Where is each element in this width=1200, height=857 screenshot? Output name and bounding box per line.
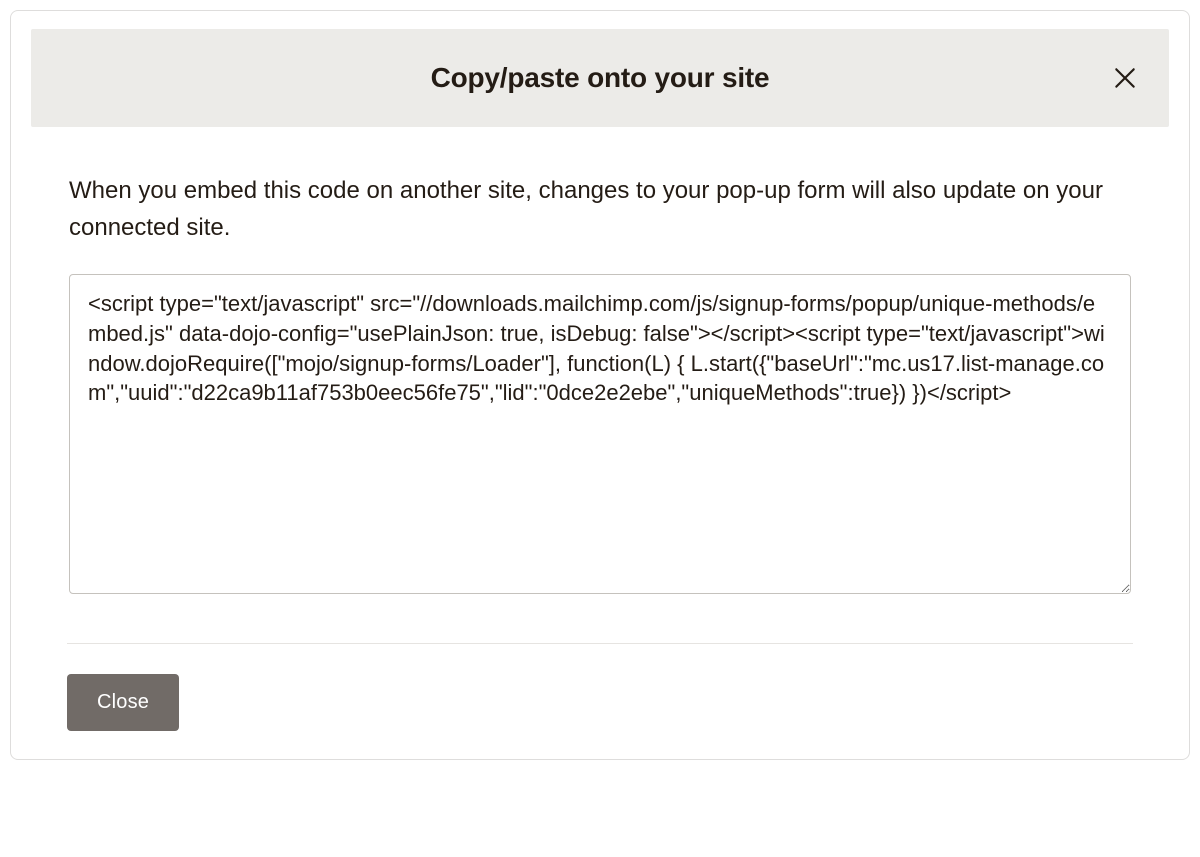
embed-code-modal: Copy/paste onto your site When you embed… [10, 10, 1190, 760]
modal-footer: Close [31, 644, 1169, 735]
embed-code-textarea[interactable] [69, 274, 1131, 594]
modal-title: Copy/paste onto your site [431, 62, 770, 94]
modal-header: Copy/paste onto your site [31, 29, 1169, 127]
close-button[interactable]: Close [67, 674, 179, 731]
close-icon[interactable] [1111, 64, 1139, 92]
embed-description: When you embed this code on another site… [69, 172, 1131, 246]
modal-body: When you embed this code on another site… [31, 127, 1169, 643]
